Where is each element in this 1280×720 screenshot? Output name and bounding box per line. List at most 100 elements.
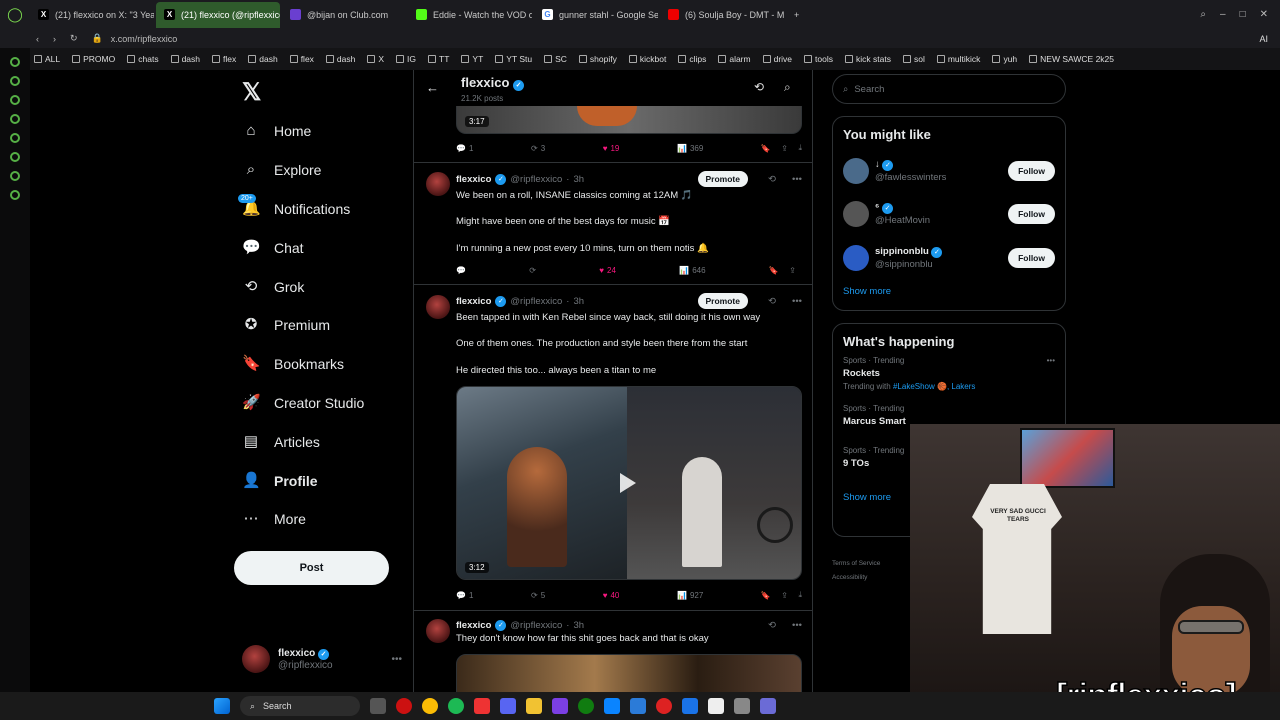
gx-sidebar-icon[interactable]	[10, 114, 20, 124]
avatar[interactable]	[843, 157, 869, 184]
app-icon[interactable]	[760, 698, 776, 714]
video-thumbnail[interactable]	[456, 654, 802, 696]
bookmark-item[interactable]: IG	[396, 54, 416, 64]
bookmark-item[interactable]: ALL	[34, 54, 60, 64]
views-count[interactable]: 📊 927	[677, 591, 703, 600]
follow-suggestion[interactable]: ⁶ ✓ @HeatMovin Follow	[843, 193, 1055, 237]
windows-start-icon[interactable]	[214, 698, 230, 714]
post-button[interactable]: Post	[234, 551, 389, 585]
app-icon[interactable]	[552, 698, 568, 714]
account-switcher[interactable]: flexxico ✓ @ripflexxico •••	[242, 644, 402, 674]
bookmark-item[interactable]: YT	[461, 54, 483, 64]
bookmark-item[interactable]: clips	[678, 54, 706, 64]
play-icon[interactable]	[620, 473, 636, 493]
reply-button[interactable]: 💬 1	[456, 591, 473, 600]
new-tab-button[interactable]: +	[786, 2, 806, 28]
nav-item-creator-studio[interactable]: 🚀 Creator Studio	[232, 384, 412, 423]
reply-button[interactable]: 💬	[456, 266, 466, 275]
avatar[interactable]	[426, 172, 450, 196]
avatar[interactable]	[843, 244, 869, 271]
bookmark-icon[interactable]: 🔖	[761, 591, 771, 600]
app-icon[interactable]	[734, 698, 750, 714]
grok-icon[interactable]: ⟲	[768, 296, 776, 307]
bookmark-item[interactable]: shopify	[578, 54, 617, 64]
chrome-icon[interactable]	[422, 698, 438, 714]
tweet-time[interactable]: 3h	[573, 174, 584, 185]
app-icon[interactable]	[682, 698, 698, 714]
gx-sidebar-icon[interactable]	[10, 152, 20, 162]
gx-sidebar-icon[interactable]	[10, 95, 20, 105]
suggestion-name[interactable]: sippinonblu	[875, 246, 929, 257]
opera-gx-logo-icon[interactable]: ◯	[0, 6, 30, 23]
spotify-icon[interactable]	[448, 698, 464, 714]
trend-hashtag-link[interactable]: #LakeShow 🏀, Lakers	[893, 382, 975, 391]
tweet-author[interactable]: flexxico	[456, 174, 491, 185]
bookmark-item[interactable]: yuh	[992, 54, 1017, 64]
bookmark-item[interactable]: alarm	[718, 54, 751, 64]
bookmark-item[interactable]: kick stats	[845, 54, 891, 64]
back-icon[interactable]: ‹	[36, 34, 39, 44]
nav-item-notifications[interactable]: 🔔 Notifications	[232, 190, 412, 229]
bookmark-item[interactable]: tools	[804, 54, 833, 64]
share-icon[interactable]: ⇪	[789, 266, 796, 275]
opera-gx-icon[interactable]	[396, 698, 412, 714]
tab-0[interactable]: X (21) flexxico on X: "3 Years	[30, 2, 154, 28]
search-icon[interactable]: ⌕	[784, 80, 791, 95]
reply-button[interactable]: 💬 1	[456, 144, 473, 153]
bookmark-item[interactable]: dash	[248, 54, 278, 64]
file-explorer-icon[interactable]	[526, 698, 542, 714]
bookmark-item[interactable]: SC	[544, 54, 567, 64]
bookmark-item[interactable]: dash	[325, 54, 355, 64]
nav-item-profile[interactable]: 👤 Profile	[232, 461, 412, 500]
close-icon[interactable]: ✕	[1260, 9, 1268, 20]
more-icon[interactable]: •••	[1047, 354, 1055, 367]
follow-button[interactable]: Follow	[1008, 160, 1055, 181]
avatar[interactable]	[426, 619, 450, 643]
follow-suggestion[interactable]: sippinonblu ✓ @sippinonblu Follow	[843, 236, 1055, 280]
task-view-icon[interactable]	[370, 698, 386, 714]
footer-link[interactable]: Terms of Service	[832, 560, 880, 567]
tweet-time[interactable]: 3h	[573, 620, 584, 631]
avatar[interactable]	[426, 295, 450, 319]
discord-icon[interactable]	[500, 698, 516, 714]
tab-1[interactable]: X(21) flexxico (@ripflexxico×	[156, 1, 280, 28]
promote-button[interactable]: Promote	[697, 171, 748, 187]
search-input[interactable]: ⌕ Search	[832, 74, 1066, 104]
tab-3[interactable]: Eddie - Watch the VOD on	[408, 2, 532, 28]
bookmark-item[interactable]: sol	[902, 54, 925, 64]
tweet-author[interactable]: flexxico	[456, 296, 491, 307]
account-more-icon[interactable]: •••	[391, 654, 402, 665]
nav-item-premium[interactable]: ✪ Premium	[232, 306, 412, 345]
gx-sidebar-icon[interactable]	[10, 171, 20, 181]
bookmark-item[interactable]: flex	[212, 54, 236, 64]
views-count[interactable]: 📊 369	[677, 144, 703, 153]
tweet-time[interactable]: 3h	[573, 296, 584, 307]
back-arrow-icon[interactable]: ←	[426, 80, 439, 95]
bookmark-item[interactable]: NEW SAWCE 2k25	[1029, 54, 1114, 64]
tweet-handle[interactable]: @ripflexxico	[510, 620, 562, 631]
more-icon[interactable]: •••	[792, 296, 802, 307]
minimize-icon[interactable]: –	[1220, 9, 1226, 20]
bookmark-item[interactable]: X	[367, 54, 384, 64]
maximize-icon[interactable]: □	[1240, 9, 1246, 20]
nav-item-bookmarks[interactable]: 🔖 Bookmarks	[232, 345, 412, 384]
app-icon[interactable]	[708, 698, 724, 714]
repost-button[interactable]: ⟳ 5	[531, 591, 545, 600]
reload-icon[interactable]: ↻	[70, 33, 78, 44]
nav-item-grok[interactable]: ⟲ Grok	[232, 267, 412, 306]
download-icon[interactable]: ⤓	[798, 590, 802, 600]
app-icon[interactable]	[604, 698, 620, 714]
grok-icon[interactable]: ⟲	[768, 620, 776, 631]
video-player[interactable]: 3:12	[456, 386, 802, 580]
tweet-author[interactable]: flexxico	[456, 620, 491, 631]
app-icon[interactable]	[630, 698, 646, 714]
tab-5[interactable]: (6) Soulja Boy - DMT - Mu	[660, 2, 784, 28]
share-icon[interactable]: ⇪	[781, 144, 788, 153]
tweet-handle[interactable]: @ripflexxico	[510, 174, 562, 185]
bookmark-item[interactable]: dash	[170, 54, 200, 64]
search-icon[interactable]: ⌕	[1200, 9, 1206, 20]
bookmark-item[interactable]: multikick	[936, 54, 980, 64]
footer-link[interactable]: Accessibility	[832, 574, 867, 581]
follow-button[interactable]: Follow	[1008, 204, 1055, 225]
suggestion-name[interactable]: ↓	[875, 159, 880, 170]
